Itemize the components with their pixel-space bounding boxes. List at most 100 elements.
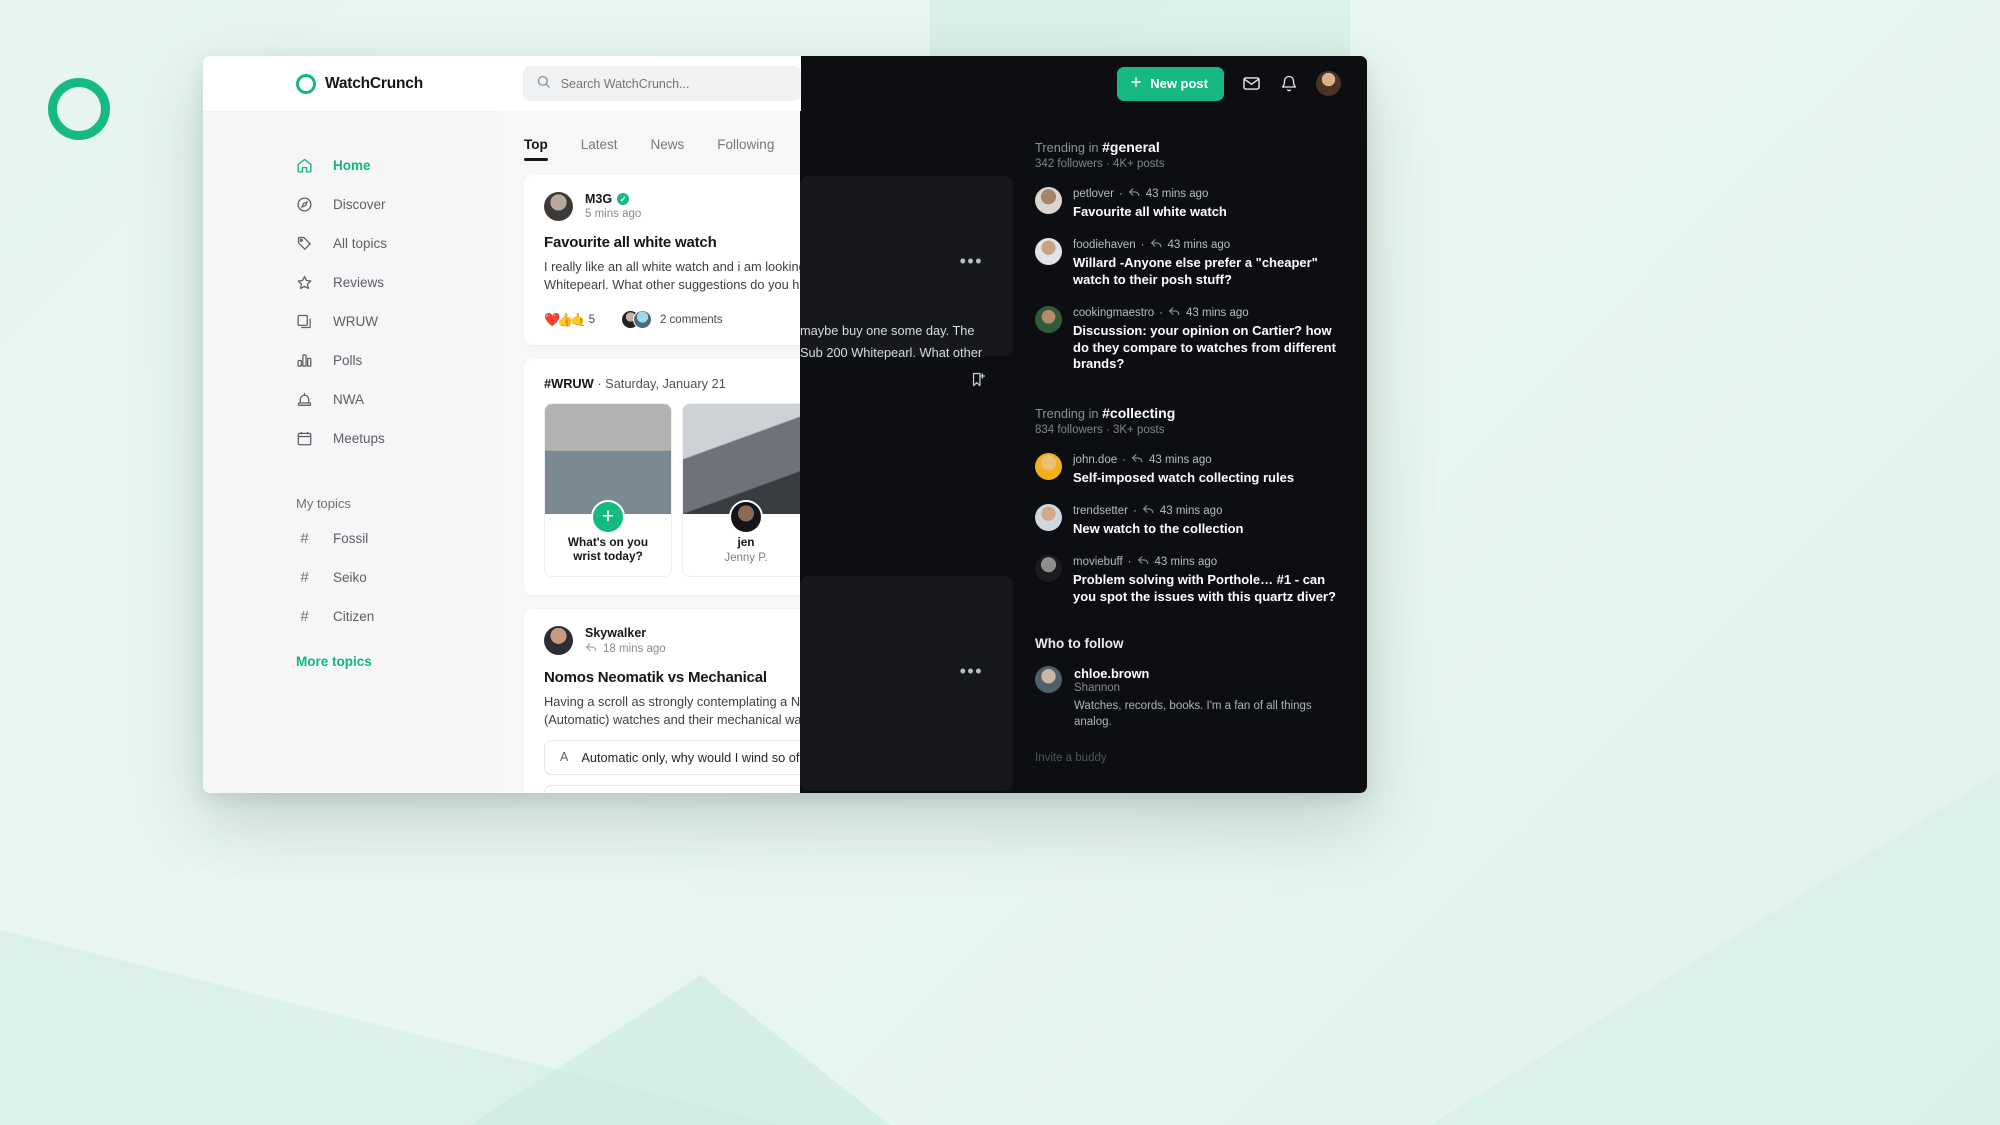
- sidebar-item-discover[interactable]: Discover: [296, 185, 500, 224]
- story-subtitle: Jenny P.: [724, 551, 768, 564]
- brand-name: WatchCrunch: [325, 74, 423, 92]
- tab-top[interactable]: Top: [524, 137, 548, 161]
- invite-buddy-link[interactable]: Invite a buddy: [1035, 752, 1341, 764]
- poll-option-letter: A: [560, 750, 569, 765]
- sidebar-item-home[interactable]: Home: [296, 146, 500, 185]
- hash-icon: #: [300, 530, 309, 547]
- brand-logo[interactable]: WatchCrunch: [296, 73, 423, 94]
- avatar[interactable]: [729, 500, 763, 535]
- sidebar-topic-citizen[interactable]: # Citizen: [296, 597, 500, 636]
- trending-section-collecting: Trending in #collecting 834 followers · …: [1035, 405, 1341, 606]
- comments-link[interactable]: 2 comments: [620, 310, 723, 330]
- star-icon: [296, 274, 313, 291]
- sidebar-item-all-topics[interactable]: All topics: [296, 224, 500, 263]
- wruw-topic[interactable]: #WRUW: [544, 376, 594, 391]
- sidebar-item-meetups[interactable]: Meetups: [296, 419, 500, 458]
- trending-stats: 834 followers · 3K+ posts: [1035, 424, 1165, 437]
- poll-option-text: Automatic only, why would I wind so ofte…: [581, 749, 818, 765]
- trending-item-time: 43 mins ago: [1148, 454, 1212, 467]
- sidebar-item-polls[interactable]: Polls: [296, 341, 500, 380]
- trending-kicker: Trending in: [1035, 406, 1099, 422]
- post-author[interactable]: M3G ✓: [585, 192, 641, 206]
- trending-item-meta: cookingmaestro · 43 mins ago: [1073, 306, 1341, 320]
- dark-overlay-panel: ••• maybe buy one some day. The Sub 200 …: [800, 56, 1367, 793]
- tab-following[interactable]: Following: [717, 137, 774, 161]
- avatar: [1035, 504, 1062, 532]
- ellipsis-icon[interactable]: •••: [960, 251, 983, 272]
- dot-separator: ·: [1118, 188, 1123, 200]
- trending-item[interactable]: foodiehaven · 43 mins ago Willard -Anyon…: [1035, 237, 1341, 289]
- tab-latest[interactable]: Latest: [581, 137, 618, 161]
- trending-item[interactable]: trendsetter · 43 mins ago New watch to t…: [1035, 504, 1341, 538]
- sidebar-item-wruw[interactable]: WRUW: [296, 302, 500, 341]
- trending-item-user: cookingmaestro: [1073, 306, 1155, 319]
- post-author-name: M3G: [585, 192, 613, 206]
- avatar[interactable]: [544, 192, 573, 221]
- trending-item-time: 43 mins ago: [1145, 188, 1209, 200]
- trending-item-meta: moviebuff · 43 mins ago: [1073, 555, 1341, 569]
- right-rail-content: Trending in #general 342 followers · 4K+…: [1005, 111, 1367, 764]
- sidebar-item-label: Home: [333, 158, 371, 173]
- sidebar-item-label: Discover: [333, 197, 386, 212]
- story-image: [545, 404, 671, 515]
- post-timestamp: 18 mins ago: [585, 642, 666, 656]
- trending-heading: Trending in #general: [1035, 139, 1341, 155]
- sidebar-topic-label: Citizen: [333, 609, 375, 624]
- sidebar-item-label: All topics: [333, 236, 388, 251]
- trending-item-time: 43 mins ago: [1159, 505, 1223, 518]
- avatar: [1035, 305, 1062, 333]
- who-to-follow-person[interactable]: chloe.brown Shannon Watches, records, bo…: [1035, 665, 1341, 730]
- trending-item-title: New watch to the collection: [1073, 521, 1244, 537]
- more-topics-link[interactable]: More topics: [296, 654, 500, 669]
- trending-item[interactable]: john.doe · 43 mins ago Self-imposed watc…: [1035, 453, 1341, 487]
- app-window: WatchCrunch New post: [203, 56, 1367, 793]
- layers-icon: [296, 313, 313, 330]
- trending-item-meta: foodiehaven · 43 mins ago: [1073, 238, 1341, 252]
- trending-tag[interactable]: #general: [1102, 139, 1160, 155]
- trending-item[interactable]: petlover · 43 mins ago Favourite all whi…: [1035, 187, 1341, 221]
- my-topics-label: My topics: [296, 496, 351, 511]
- tab-news[interactable]: News: [651, 137, 685, 161]
- trending-section-general: Trending in #general 342 followers · 4K+…: [1035, 139, 1341, 373]
- trending-item[interactable]: moviebuff · 43 mins ago Problem solving …: [1035, 555, 1341, 606]
- story-card-add[interactable]: + What's on you wrist today?: [544, 403, 672, 578]
- repost-icon: [1168, 306, 1181, 320]
- post-author[interactable]: Skywalker: [585, 626, 666, 640]
- avatar[interactable]: [544, 626, 573, 656]
- trending-item-user: john.doe: [1073, 454, 1118, 467]
- sidebar-item-label: Meetups: [333, 431, 385, 446]
- trending-item[interactable]: cookingmaestro · 43 mins ago Discussion:…: [1035, 305, 1341, 374]
- repost-icon: [1150, 238, 1163, 252]
- trending-kicker: Trending in: [1035, 140, 1099, 155]
- commenter-avatars: [620, 310, 652, 330]
- envelope-icon[interactable]: [1240, 73, 1262, 95]
- bar-chart-icon: [296, 352, 313, 369]
- trending-item-meta: trendsetter · 43 mins ago: [1073, 504, 1243, 518]
- user-avatar[interactable]: [1316, 71, 1341, 96]
- bookmark-add-icon[interactable]: [970, 371, 987, 393]
- trending-item-time: 43 mins ago: [1154, 556, 1218, 569]
- reaction-summary[interactable]: ❤️ 👍 🤙 5: [544, 312, 595, 328]
- new-post-button[interactable]: New post: [1117, 66, 1224, 101]
- sidebar-topic-label: Seiko: [333, 570, 367, 585]
- ellipsis-icon[interactable]: •••: [960, 661, 983, 682]
- bell-icon[interactable]: [1278, 73, 1300, 95]
- home-icon: [296, 157, 313, 174]
- sidebar-item-reviews[interactable]: Reviews: [296, 263, 500, 302]
- story-title: What's on you wrist today?: [567, 534, 649, 564]
- who-to-follow-bio: Watches, records, books. I'm a fan of al…: [1074, 699, 1312, 728]
- sidebar-topic-fossil[interactable]: # Fossil: [296, 519, 500, 558]
- tag-icon: [296, 235, 313, 252]
- story-card[interactable]: jen Jenny P.: [682, 403, 810, 578]
- plus-icon[interactable]: +: [591, 500, 625, 535]
- calendar-icon: [296, 430, 313, 447]
- trending-tag[interactable]: #collecting: [1102, 405, 1175, 421]
- sidebar-topic-seiko[interactable]: # Seiko: [296, 558, 500, 597]
- search-input[interactable]: [560, 76, 788, 91]
- header-search-area: [499, 56, 801, 111]
- sidebar-item-nwa[interactable]: NWA: [296, 380, 500, 419]
- app-body: Home Discover All topics Reviews WRUW Po…: [203, 56, 1367, 793]
- search-box[interactable]: [522, 66, 801, 101]
- dot-separator: ·: [1132, 505, 1137, 518]
- post-time-label: 18 mins ago: [603, 643, 666, 656]
